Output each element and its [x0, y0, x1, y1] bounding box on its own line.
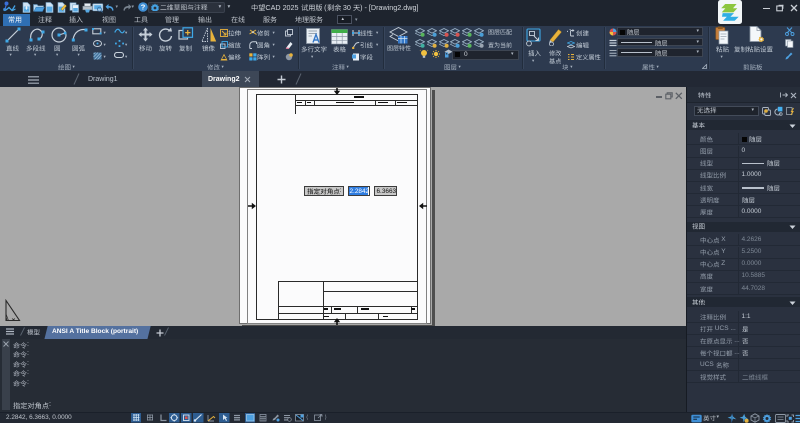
svg-text:?: ? [140, 3, 145, 12]
